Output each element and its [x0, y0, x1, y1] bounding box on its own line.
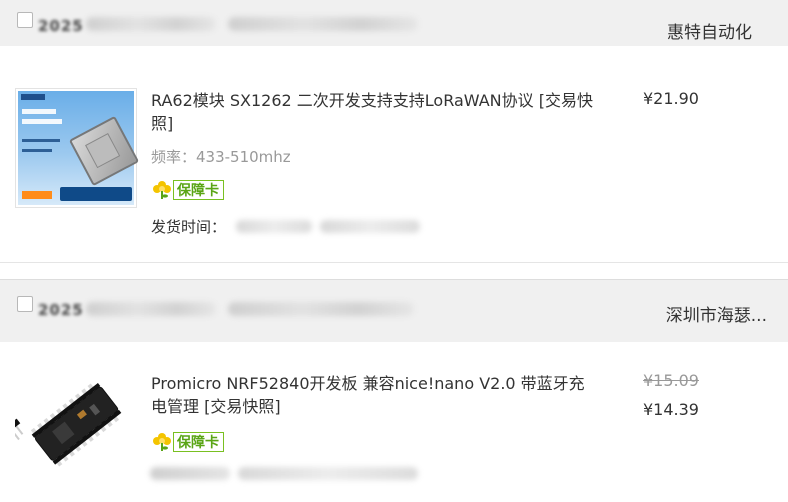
shop-name-2[interactable]: 深圳市海瑟... [666, 301, 767, 326]
product-attribute-1: 频率：433-510mhz [151, 148, 291, 166]
ship-time-redacted-2b [238, 467, 418, 480]
ship-time-redacted-2 [150, 467, 230, 480]
guarantee-badge-1[interactable]: 保障卡 [152, 179, 224, 201]
ship-time-label-1: 发货时间： [151, 218, 227, 236]
order-item-2: Promicro NRF52840开发板 兼容nice!nano V2.0 带蓝… [0, 362, 788, 502]
ship-time-redacted-1 [236, 220, 312, 233]
order-divider [0, 262, 788, 263]
item-price-2: ¥14.39 [643, 400, 699, 419]
thumbnail-decoration [22, 139, 60, 142]
guarantee-badge-2[interactable]: 保障卡 [152, 431, 224, 453]
product-title-1[interactable]: RA62模块 SX1262 二次开发支持支持LoRaWAN协议 [交易快照] [151, 89, 611, 135]
brand-logo-icon [21, 94, 45, 100]
order-item-1: RA62模块 SX1262 二次开发支持支持LoRaWAN协议 [交易快照] 频… [0, 80, 788, 262]
dev-board-icon [15, 382, 122, 467]
order-date-2: 2025 [38, 301, 84, 319]
item-original-price-2: ¥15.09 [643, 371, 699, 390]
guarantee-flower-icon [152, 180, 172, 200]
product-thumbnail-nrf52840[interactable] [15, 366, 137, 486]
order-number-redacted-1 [86, 17, 216, 31]
product-thumbnail-ra62[interactable] [15, 88, 140, 208]
item-price-1: ¥21.90 [643, 89, 699, 108]
product-title-2[interactable]: Promicro NRF52840开发板 兼容nice!nano V2.0 带蓝… [151, 372, 591, 418]
shop-name-1[interactable]: 惠特自动化 [667, 18, 752, 43]
order-block-2: 2025 深圳市海瑟... [0, 279, 788, 342]
guarantee-badge-label: 保障卡 [173, 432, 224, 452]
order-select-checkbox-1[interactable] [17, 12, 33, 28]
thumbnail-decoration [22, 191, 52, 199]
order-date-1: 2025 [38, 17, 84, 35]
guarantee-badge-label: 保障卡 [173, 180, 224, 200]
order-select-checkbox-2[interactable] [17, 296, 33, 312]
order-meta-redacted-1 [228, 17, 418, 31]
order-header-2: 2025 深圳市海瑟... [0, 279, 788, 342]
thumbnail-decoration [22, 109, 56, 114]
ship-time-redacted-1b [320, 220, 420, 233]
guarantee-flower-icon [152, 432, 172, 452]
order-meta-redacted-2 [228, 302, 414, 316]
order-header-1: 2025 惠特自动化 [0, 0, 788, 46]
thumbnail-decoration [22, 149, 52, 152]
order-number-redacted-2 [86, 302, 216, 316]
thumbnail-decoration [60, 187, 132, 201]
thumbnail-decoration [22, 119, 62, 124]
